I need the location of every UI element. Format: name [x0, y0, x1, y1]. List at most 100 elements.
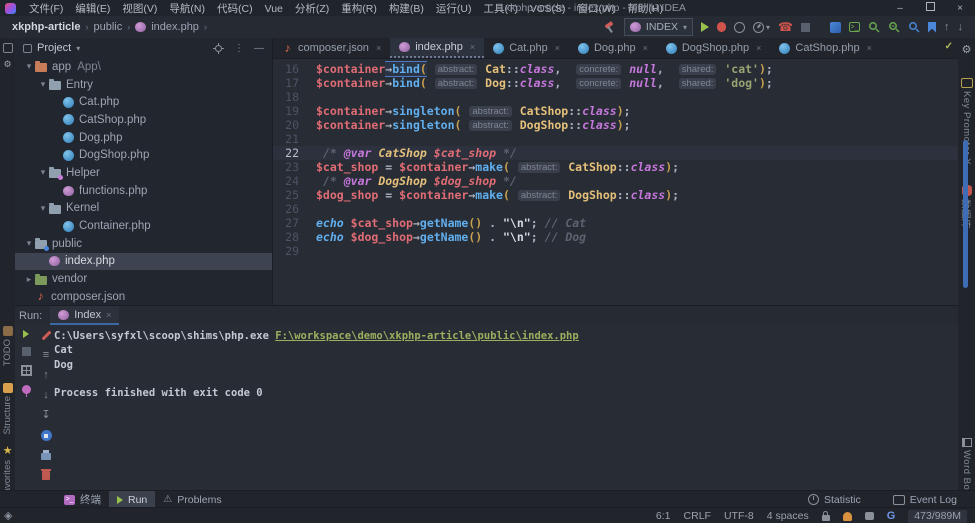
status-item[interactable]: 6:1	[656, 510, 671, 522]
line-number[interactable]: 20	[273, 118, 299, 132]
editor-tab-composer.json[interactable]: ♪composer.json×	[273, 38, 390, 58]
tree-item-Entry[interactable]: ▾Entry	[15, 76, 272, 94]
line-number[interactable]: 18	[273, 90, 299, 104]
hide-panel-icon[interactable]: —	[254, 43, 264, 54]
project-panel-title[interactable]: Project	[37, 42, 71, 54]
tree-item-Cat.php[interactable]: Cat.php	[15, 93, 272, 111]
commit-stripe-icon[interactable]: ⚙	[0, 59, 15, 70]
tree-chevron-icon[interactable]: ▾	[23, 61, 35, 72]
tool-window-button-终端[interactable]: >_终端	[56, 491, 109, 508]
rerun-button[interactable]	[23, 330, 29, 338]
profiler-button[interactable]: ▾	[753, 22, 770, 33]
minimize-button[interactable]: –	[885, 3, 915, 14]
clear-console-icon[interactable]	[42, 471, 50, 480]
tree-item-DogShop.php[interactable]: DogShop.php	[15, 146, 272, 164]
tree-chevron-icon[interactable]: ▾	[37, 167, 49, 178]
tree-item-public[interactable]: ▾public	[15, 235, 272, 253]
close-icon[interactable]: ×	[106, 310, 111, 320]
line-number[interactable]: 17	[273, 76, 299, 90]
soft-wrap-icon[interactable]: ≡	[43, 350, 49, 361]
coverage-button[interactable]	[734, 22, 745, 33]
print-icon[interactable]	[41, 453, 51, 460]
code-line-25[interactable]: 25$dog_shop = $container→make( abstract:…	[273, 188, 958, 202]
tool-window-button-Event Log[interactable]: Event Log	[885, 494, 965, 506]
prev-trace-icon[interactable]: ↑	[43, 370, 49, 381]
close-button[interactable]: ×	[945, 3, 975, 14]
menu-item[interactable]: 构建(B)	[383, 3, 430, 15]
tree-item-Dog.php[interactable]: Dog.php	[15, 129, 272, 147]
line-number[interactable]: 28	[273, 230, 299, 244]
status-item[interactable]: CRLF	[684, 510, 711, 522]
project-stripe-icon[interactable]	[0, 43, 15, 53]
tool-window-button-Statistic[interactable]: Statistic	[800, 494, 869, 506]
tree-item-functions.php[interactable]: functions.php	[15, 182, 272, 200]
tree-chevron-icon[interactable]: ▾	[37, 203, 49, 214]
tree-item-vendor[interactable]: ▸vendor	[15, 270, 272, 288]
line-number[interactable]: 16	[273, 62, 299, 76]
editor-scrollbar-thumb[interactable]	[963, 140, 968, 288]
close-icon[interactable]: ×	[643, 43, 648, 53]
editor-tab-CatShop.php[interactable]: CatShop.php×	[770, 38, 880, 58]
run-console-output[interactable]: C:\Users\syfxl\scoop\shims\php.exe F:\wo…	[54, 329, 579, 400]
code-line-16[interactable]: 16$container→bind( abstract: Cat::class,…	[273, 62, 958, 76]
tree-item-Helper[interactable]: ▾Helper	[15, 164, 272, 182]
status-item[interactable]: 4 spaces	[767, 510, 809, 522]
tree-chevron-icon[interactable]: ▾	[37, 79, 49, 90]
maximize-button[interactable]	[915, 2, 945, 14]
plugin-status-icon[interactable]	[865, 512, 874, 520]
breadcrumb-item[interactable]: public	[93, 21, 122, 33]
tree-chevron-icon[interactable]: ▸	[23, 274, 35, 285]
tool-window-button-Run[interactable]: Run	[109, 491, 155, 508]
console-file-link[interactable]: F:\workspace\demo\xkphp-article\public\i…	[275, 330, 578, 342]
code-line-24[interactable]: 24 /* @var DogShop $dog_shop */	[273, 174, 958, 188]
line-number[interactable]: 25	[273, 188, 299, 202]
menu-item[interactable]: 分析(Z)	[289, 3, 335, 15]
line-number[interactable]: 24	[273, 174, 299, 188]
breadcrumb-item[interactable]: xkphp-article	[12, 21, 80, 33]
tree-item-index.php[interactable]: index.php	[15, 253, 272, 271]
tool-window-switcher-icon[interactable]: ◈	[4, 511, 12, 522]
debug-button[interactable]	[717, 22, 726, 32]
line-number[interactable]: 26	[273, 202, 299, 216]
tool-window-todo[interactable]: TODO	[0, 326, 15, 366]
code-line-26[interactable]: 26	[273, 202, 958, 216]
code-editor[interactable]: 16$container→bind( abstract: Cat::class,…	[273, 59, 958, 305]
next-trace-icon[interactable]: ↓	[43, 390, 49, 401]
locate-file-icon[interactable]	[213, 43, 224, 54]
editor-tab-index.php[interactable]: index.php×	[390, 38, 484, 58]
status-item[interactable]: UTF-8	[724, 510, 754, 522]
tree-chevron-icon[interactable]: ▾	[23, 238, 35, 249]
google-translate-icon[interactable]: G	[887, 511, 896, 522]
line-number[interactable]: 21	[273, 132, 299, 146]
run-button[interactable]	[701, 22, 709, 32]
menu-item[interactable]: 重构(R)	[335, 3, 383, 15]
search-blue-icon[interactable]	[908, 21, 920, 33]
tree-item-app[interactable]: ▾appApp\	[15, 58, 272, 76]
menu-item[interactable]: 代码(C)	[211, 3, 259, 15]
close-icon[interactable]: ×	[756, 43, 761, 53]
editor-tab-Dog.php[interactable]: Dog.php×	[569, 38, 657, 58]
code-line-28[interactable]: 28echo $dog_shop→getName() . "\n"; // Do…	[273, 230, 958, 244]
code-line-22[interactable]: 22 /* @var CatShop $cat_shop */	[273, 146, 958, 160]
translate-search-icon[interactable]	[888, 21, 900, 33]
code-line-18[interactable]: 18	[273, 90, 958, 104]
close-icon[interactable]: ×	[376, 43, 381, 53]
editor-tab-DogShop.php[interactable]: DogShop.php×	[657, 38, 771, 58]
tree-item-Container.php[interactable]: Container.php	[15, 217, 272, 235]
tree-item-CatShop.php[interactable]: CatShop.php	[15, 111, 272, 129]
menu-item[interactable]: 视图(V)	[116, 3, 163, 15]
plugin-app-icon[interactable]	[830, 22, 841, 33]
editor-settings-gear[interactable]: ⚙	[958, 45, 975, 56]
tree-item-Kernel[interactable]: ▾Kernel	[15, 200, 272, 218]
scroll-to-end-icon[interactable]: ↧	[41, 410, 50, 421]
code-line-23[interactable]: 23$cat_shop = $container→make( abstract:…	[273, 160, 958, 174]
line-number[interactable]: 23	[273, 160, 299, 174]
build-hammer-icon[interactable]	[604, 21, 616, 33]
line-number[interactable]: 22	[273, 146, 299, 160]
close-icon[interactable]: ×	[867, 43, 872, 53]
close-icon[interactable]: ×	[555, 43, 560, 53]
edit-configuration-icon[interactable]	[41, 330, 52, 341]
tree-item-composer.json[interactable]: ♪composer.json	[15, 288, 272, 305]
run-configuration-selector[interactable]: INDEX ▾	[624, 18, 693, 36]
code-line-29[interactable]: 29	[273, 244, 958, 258]
